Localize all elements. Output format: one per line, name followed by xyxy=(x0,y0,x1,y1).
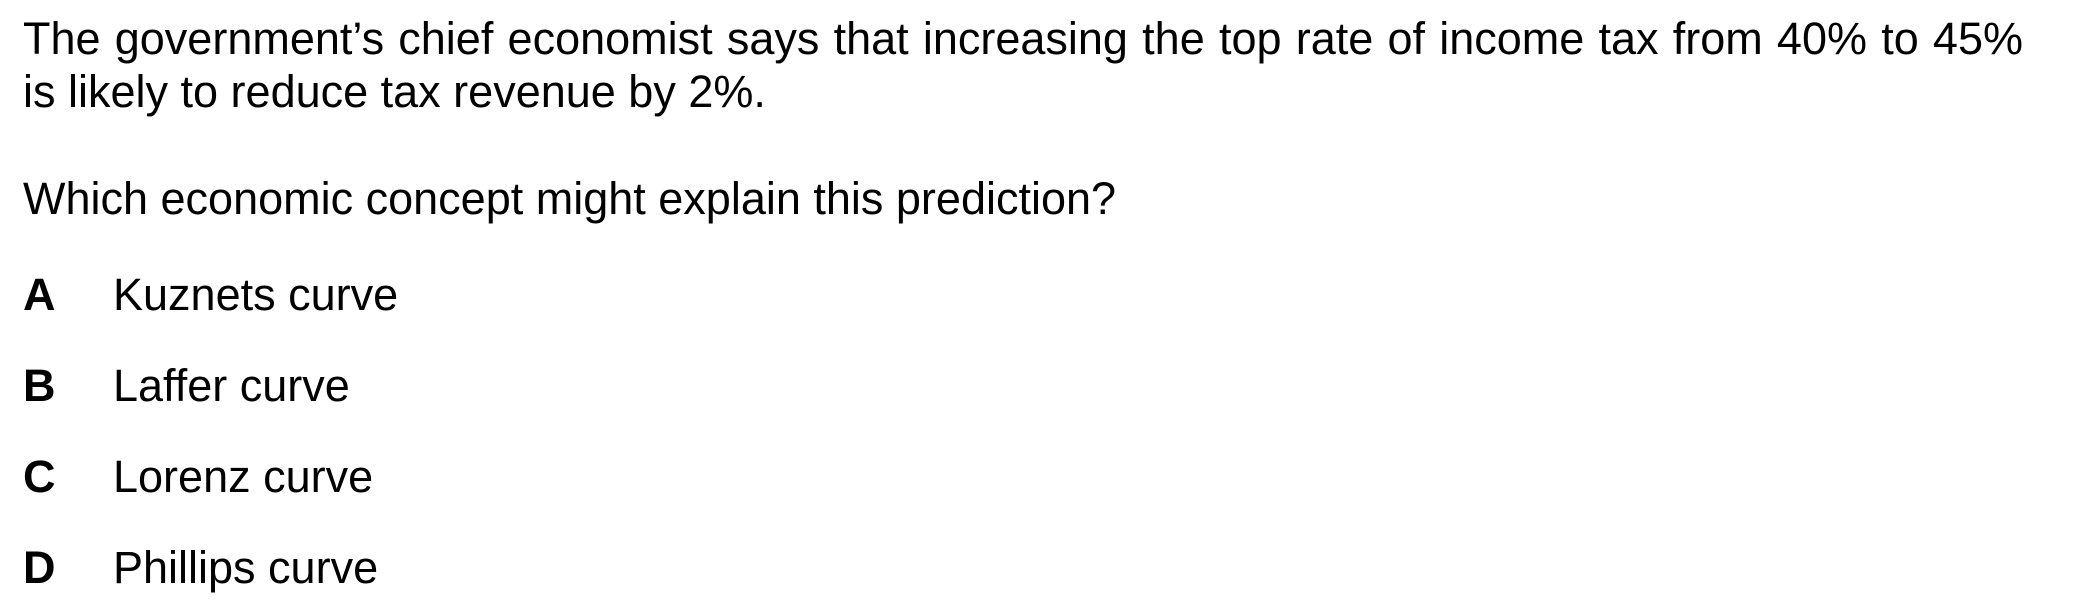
question-page: The government’s chief economist says th… xyxy=(0,0,2100,600)
option-letter: D xyxy=(23,542,56,593)
option-letter: B xyxy=(23,360,56,411)
option-text: Phillips curve xyxy=(113,542,379,593)
option-text: Lorenz curve xyxy=(113,451,374,502)
question-stem: The government’s chief economist says th… xyxy=(23,13,2023,117)
option-text: Kuznets curve xyxy=(113,269,399,320)
option-text: Laffer curve xyxy=(113,360,350,411)
option-letter: C xyxy=(23,451,56,502)
option-letter: A xyxy=(23,269,56,320)
question-prompt: Which economic concept might explain thi… xyxy=(23,173,1117,224)
